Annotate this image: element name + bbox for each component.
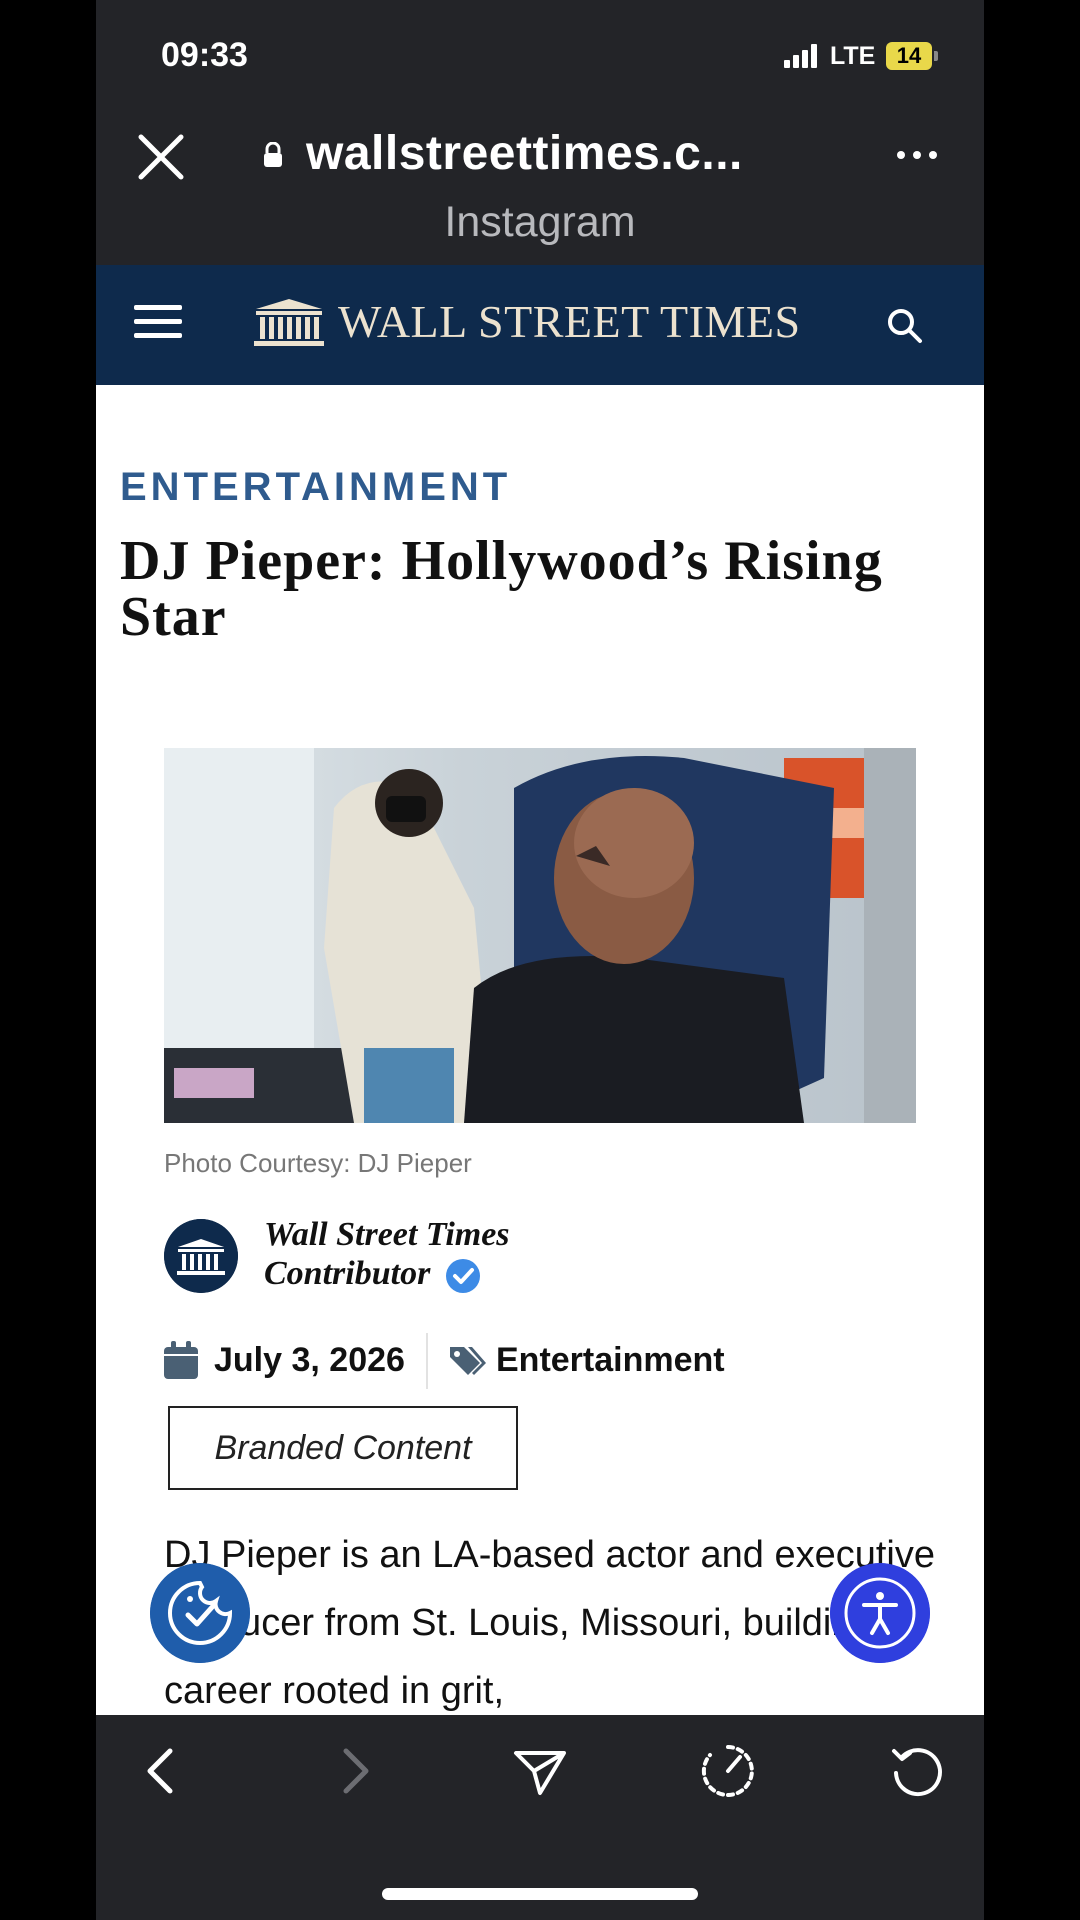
category-kicker[interactable]: ENTERTAINMENT [120,465,511,510]
share-icon[interactable] [512,1743,568,1799]
cookie-consent-icon[interactable] [150,1563,250,1663]
menu-icon[interactable] [134,305,182,339]
meta-divider [426,1333,428,1389]
photo-caption: Photo Courtesy: DJ Pieper [164,1148,472,1178]
author-avatar[interactable] [164,1219,238,1293]
status-bar: 09:33 LTE 14 [96,0,984,110]
speed-icon[interactable] [700,1743,756,1799]
logo-icon[interactable] [252,297,326,347]
article-photo [164,748,916,1123]
tag-icon [450,1347,486,1375]
calendar-icon [164,1341,198,1379]
back-icon[interactable] [136,1743,192,1799]
article-headline: DJ Pieper: Hollywood’s Rising Star [120,530,883,648]
network-type: LTE [830,42,876,70]
phone-screen: 09:33 LTE 14 wallstreettimes.c... Instag… [96,0,984,1920]
more-icon[interactable] [896,150,938,160]
browser-source-label: Instagram [444,198,636,246]
author-line-2: Contributor [264,1255,431,1292]
battery-indicator: 14 [886,42,938,70]
author-name[interactable]: Wall Street Times Contributor [264,1215,510,1294]
signal-icon [784,44,817,68]
branded-content-label: Branded Content [168,1406,518,1490]
url-text[interactable]: wallstreettimes.c... [306,126,743,181]
accessibility-icon[interactable] [830,1563,930,1663]
lock-icon [264,142,282,167]
close-icon[interactable] [136,132,186,182]
publish-date: July 3, 2026 [214,1341,405,1379]
reload-icon[interactable] [888,1743,944,1799]
status-time: 09:33 [161,36,248,74]
article-content: ENTERTAINMENT DJ Pieper: Hollywood’s Ris… [96,385,984,1715]
article-body: DJ Pieper is an LA-based actor and execu… [164,1534,935,1712]
forward-icon[interactable] [324,1743,380,1799]
author-line-1: Wall Street Times [264,1216,510,1253]
category-link[interactable]: Entertainment [496,1341,725,1380]
site-header: WALL STREET TIMES [96,265,984,385]
site-brand[interactable]: WALL STREET TIMES [338,295,801,348]
verified-icon [445,1259,480,1294]
home-indicator[interactable] [382,1888,698,1900]
search-icon[interactable] [886,307,924,345]
